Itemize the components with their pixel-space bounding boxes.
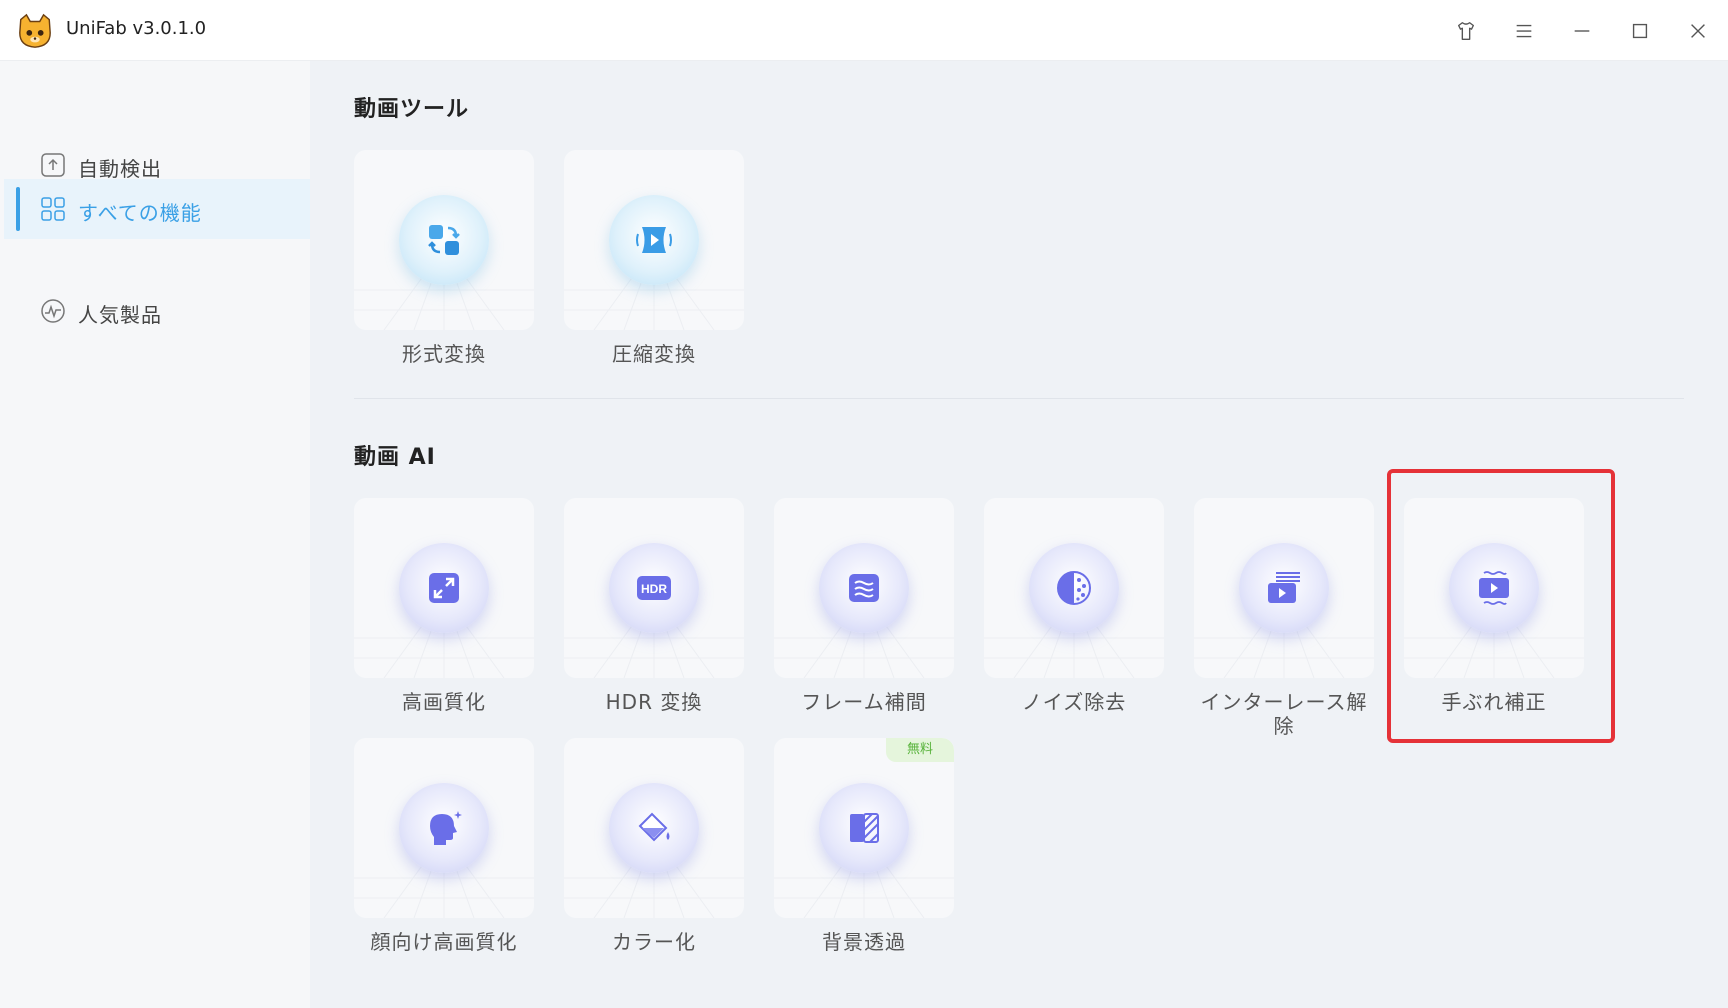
app-window: UniFab v3.0.1.0 自動検出 すべての機能 人気製品 動画ツール 形… (0, 0, 1728, 1008)
svg-text:HDR: HDR (641, 582, 667, 596)
card-label-line1: インターレース解 (1200, 690, 1368, 714)
active-indicator (16, 187, 20, 231)
frame-interpolation-icon (849, 574, 879, 602)
sidebar: 自動検出 すべての機能 人気製品 (0, 61, 310, 1008)
card-label: 形式変換 (402, 342, 486, 366)
pulse-icon (41, 299, 65, 323)
sidebar-item-label: 自動検出 (78, 157, 162, 181)
section-title-video-ai: 動画 AI (354, 445, 436, 470)
card-format-convert[interactable] (354, 150, 534, 330)
card-label: ノイズ除去 (1021, 690, 1127, 714)
close-icon[interactable] (1681, 14, 1715, 48)
compress-icon (636, 227, 672, 253)
card-label: 顔向け高画質化 (370, 930, 518, 954)
denoise-icon (1057, 571, 1091, 605)
card-label: フレーム補間 (801, 690, 927, 714)
card-label: 背景透過 (822, 930, 906, 954)
sidebar-item-label: すべての機能 (78, 201, 202, 225)
upload-box-icon (41, 153, 65, 177)
card-label: 高画質化 (402, 690, 486, 714)
title-bar: UniFab v3.0.1.0 (0, 0, 1728, 61)
hdr-icon: HDR (637, 576, 671, 600)
face-enhance-icon (430, 811, 462, 845)
cat-logo-icon (19, 13, 51, 48)
upscale-icon (429, 573, 459, 603)
convert-icon (428, 225, 460, 255)
card-background-remove[interactable]: 無料 (774, 738, 954, 918)
deinterlace-icon (1268, 572, 1300, 603)
minimize-icon[interactable] (1565, 14, 1599, 48)
card-face-enhance[interactable] (354, 738, 534, 918)
card-label: カラー化 (612, 930, 696, 954)
maximize-icon[interactable] (1623, 14, 1657, 48)
card-label: HDR 変換 (605, 690, 703, 714)
background-remove-icon (850, 813, 879, 843)
card-frame-interpolation[interactable] (774, 498, 954, 678)
card-hdr-convert[interactable]: HDR (564, 498, 744, 678)
card-label-line2: 除 (1273, 714, 1295, 738)
colorize-icon (638, 812, 670, 842)
app-title: UniFab v3.0.1.0 (66, 18, 207, 39)
sidebar-item-popular[interactable]: 人気製品 (4, 281, 310, 341)
section-divider (354, 398, 1684, 399)
card-denoise[interactable] (984, 498, 1164, 678)
highlight-box (1387, 469, 1615, 743)
card-deinterlace[interactable] (1194, 498, 1374, 678)
shirt-icon[interactable] (1449, 14, 1483, 48)
section-title-video-tools: 動画ツール (354, 97, 470, 122)
card-label: 圧縮変換 (612, 342, 696, 366)
menu-icon[interactable] (1507, 14, 1541, 48)
free-badge: 無料 (886, 738, 954, 762)
card-colorize[interactable] (564, 738, 744, 918)
sidebar-item-all-features[interactable]: すべての機能 (4, 179, 310, 239)
card-compress[interactable] (564, 150, 744, 330)
sidebar-item-label: 人気製品 (78, 303, 162, 327)
grid-icon (41, 197, 65, 221)
card-upscale[interactable] (354, 498, 534, 678)
